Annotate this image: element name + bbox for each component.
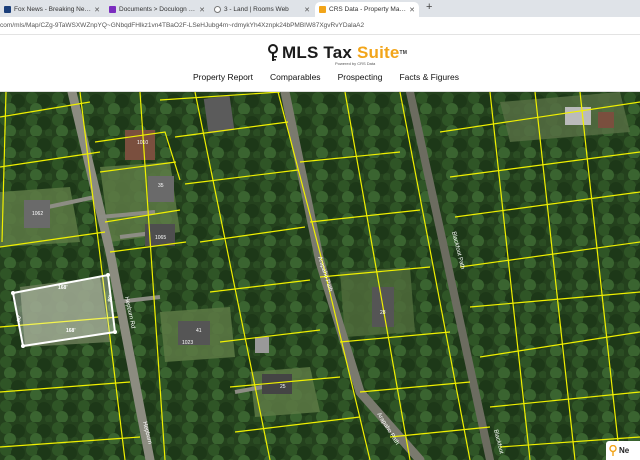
widget-label: Ne [619, 446, 630, 455]
nav-comparables[interactable]: Comparables [270, 72, 321, 82]
brand-name: MLS Tax SuiteTM [282, 43, 408, 62]
browser-tab-strip: Fox News - Breaking News Upd... ✕ Docume… [0, 0, 640, 17]
app-header: MLS Tax SuiteTM Powered by CRS Data Prop… [0, 35, 640, 92]
brand-logo[interactable]: MLS Tax SuiteTM [267, 44, 407, 62]
tab-close-icon[interactable]: ✕ [409, 6, 415, 14]
browser-tab[interactable]: 3 - Land | Rooms Web ✕ [210, 2, 314, 17]
documents-favicon-icon [109, 6, 116, 13]
tab-title: CRS Data - Property Map for + [329, 6, 407, 13]
globe-favicon-icon [214, 6, 221, 13]
tab-close-icon[interactable]: ✕ [304, 6, 310, 14]
key-pin-icon [268, 44, 278, 61]
house-number: 35 [158, 183, 164, 189]
house-number: 1065 [155, 235, 166, 241]
house-number: 25 [280, 384, 286, 390]
tab-close-icon[interactable]: ✕ [199, 6, 205, 14]
parcel-dim-top: 168' [58, 285, 68, 291]
main-nav: Property Report Comparables Prospecting … [193, 72, 476, 82]
nav-prospecting[interactable]: Prospecting [338, 72, 383, 82]
neighborhood-widget[interactable]: Ne [606, 441, 640, 460]
key-pin-icon [609, 445, 617, 456]
tab-title: 3 - Land | Rooms Web [224, 6, 289, 13]
house-number: 1010 [137, 140, 148, 146]
aerial-map-canvas[interactable]: 168' 168' 80' 80' Hepburn Rd Hepburn Ara… [0, 92, 640, 460]
foxnews-favicon-icon [4, 6, 11, 13]
powered-by-text: Powered by CRS Data [335, 61, 376, 66]
browser-tab-active[interactable]: CRS Data - Property Map for + ✕ [315, 2, 419, 17]
browser-tab[interactable]: Fox News - Breaking News Upd... ✕ [0, 2, 104, 17]
crs-favicon-icon [319, 6, 326, 13]
house-number: 1062 [32, 211, 43, 217]
nav-facts-figures[interactable]: Facts & Figures [399, 72, 459, 82]
house-number: 41 [196, 328, 202, 334]
property-map[interactable]: 168' 168' 80' 80' Hepburn Rd Hepburn Ara… [0, 92, 640, 460]
house-number: 28 [380, 310, 386, 316]
tab-title: Documents > Doculogn Rooms [119, 6, 197, 13]
house-number: 1023 [182, 340, 193, 346]
parcel-dim-right: 80' [107, 295, 114, 303]
nav-property-report[interactable]: Property Report [193, 72, 253, 82]
browser-tab[interactable]: Documents > Doculogn Rooms ✕ [105, 2, 209, 17]
tab-title: Fox News - Breaking News Upd... [14, 6, 93, 13]
address-bar[interactable]: com/mls/Map/CZg-9TaWSXWZnpYQ~GNbqdFHlkz1… [0, 17, 640, 35]
parcel-dim-left: 80' [16, 315, 23, 323]
new-tab-button[interactable]: + [420, 0, 438, 17]
tab-close-icon[interactable]: ✕ [94, 6, 100, 14]
parcel-dim-bottom: 168' [66, 328, 76, 334]
